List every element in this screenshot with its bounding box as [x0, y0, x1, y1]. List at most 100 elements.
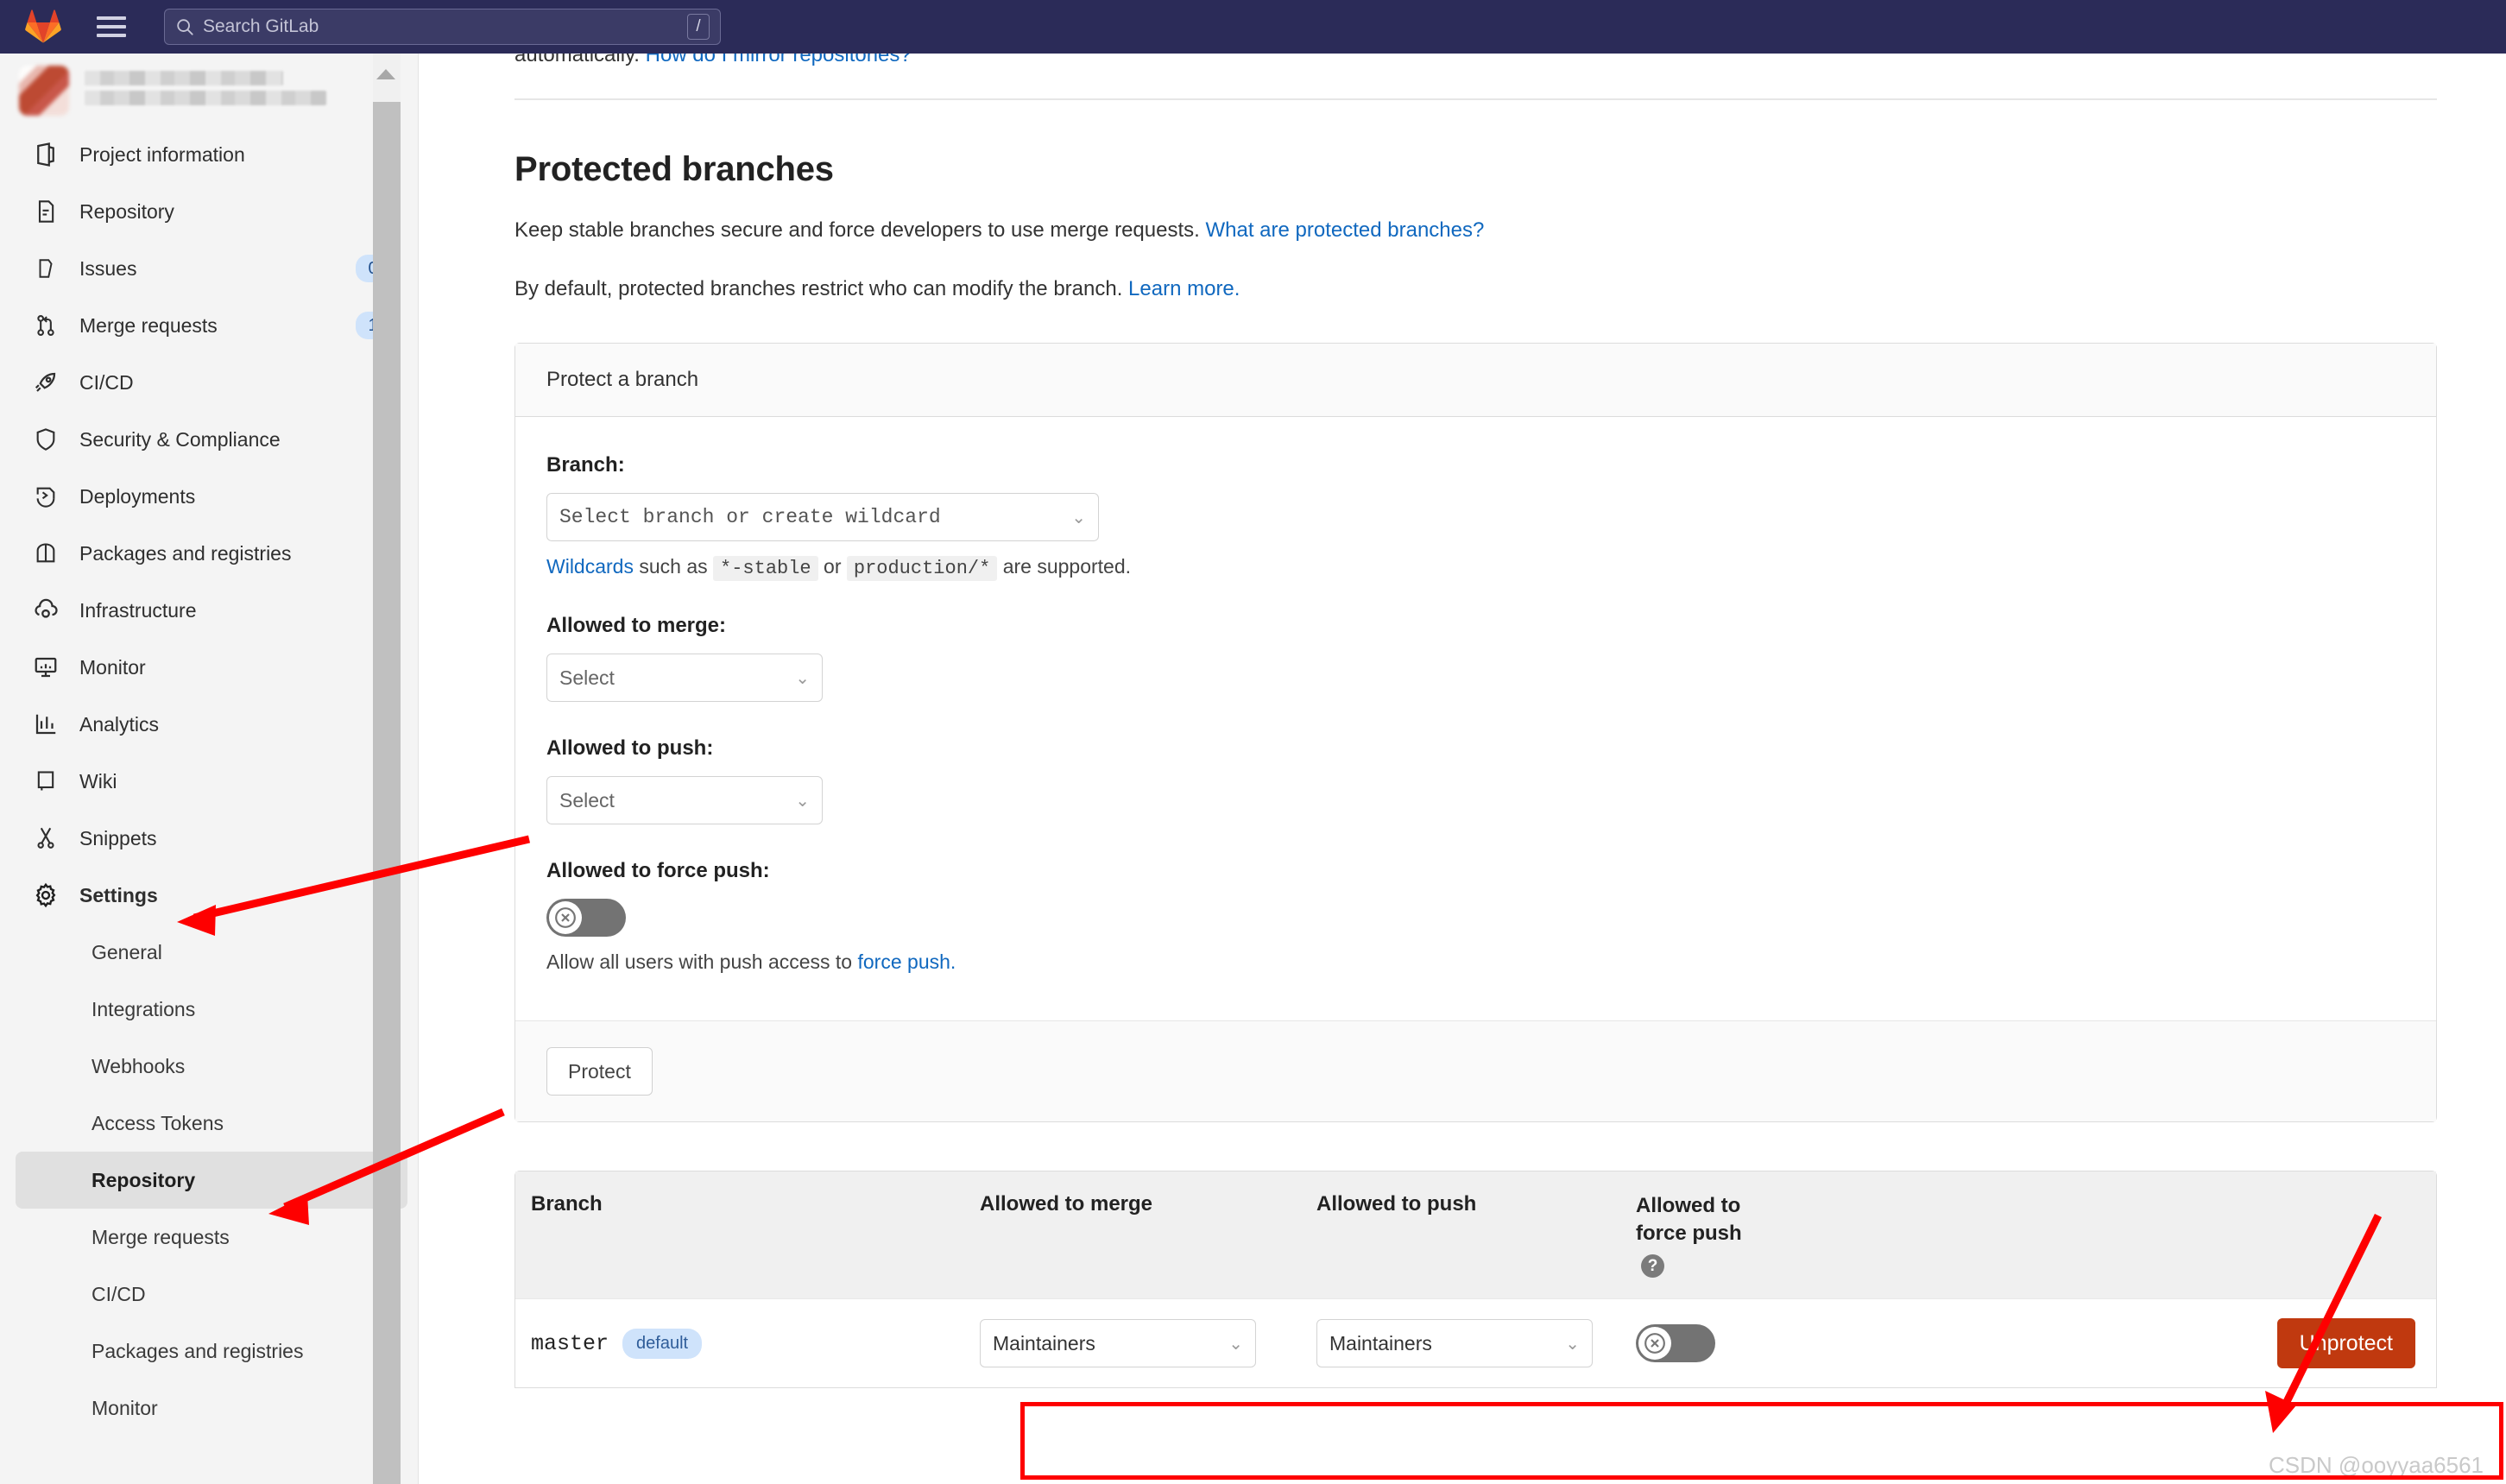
sidebar-item-analytics[interactable]: Analytics	[9, 696, 409, 753]
row-allowed-to-merge-value: Maintainers	[993, 1331, 1095, 1355]
sidebar-subitem-monitor[interactable]: Monitor	[16, 1380, 407, 1437]
sidebar-subitem-general[interactable]: General	[16, 924, 407, 981]
sidebar-item-label: Deployments	[79, 484, 196, 508]
sidebar-subitem-label: Monitor	[92, 1396, 158, 1419]
sidebar-item-label: Wiki	[79, 769, 117, 793]
sidebar-item-label: Packages and registries	[79, 541, 292, 565]
question-mark-help-icon[interactable]: ?	[1641, 1254, 1664, 1279]
search-input[interactable]: Search GitLab /	[164, 9, 721, 45]
sidebar-item-label: Settings	[79, 883, 158, 906]
analytics-chart-icon	[31, 710, 60, 739]
sidebar-subitem-integrations[interactable]: Integrations	[16, 981, 407, 1038]
sidebar-subitem-packages-registries[interactable]: Packages and registries	[16, 1323, 407, 1380]
what-are-protected-branches-link[interactable]: What are protected branches?	[1205, 218, 1484, 242]
unprotect-button[interactable]: Unprotect	[2276, 1318, 2415, 1369]
allowed-to-merge-select[interactable]: Select ⌄	[546, 654, 823, 702]
sidebar-subitem-label: Webhooks	[92, 1054, 186, 1077]
row-allowed-to-push-value: Maintainers	[1329, 1331, 1432, 1355]
protect-button[interactable]: Protect	[546, 1047, 653, 1096]
project-header[interactable]	[0, 54, 418, 126]
sidebar-item-label: Snippets	[79, 826, 157, 849]
wildcards-link[interactable]: Wildcards	[546, 555, 634, 578]
x-circle-icon	[549, 901, 582, 934]
monitor-icon	[31, 653, 60, 682]
allowed-to-merge-label: Allowed to merge:	[546, 614, 727, 637]
sidebar-item-settings[interactable]: Settings	[9, 867, 409, 924]
sidebar-item-ci-cd[interactable]: CI/CD	[9, 354, 409, 411]
sidebar-item-label: Project information	[79, 142, 245, 166]
top-navbar: Search GitLab /	[0, 0, 2506, 54]
table-header-row: Branch Allowed to merge Allowed to push …	[515, 1171, 2436, 1299]
sidebar-item-merge-requests[interactable]: Merge requests 1	[9, 297, 409, 354]
wildcard-example-2: production/*	[846, 556, 998, 581]
sidebar-item-issues[interactable]: Issues 0	[9, 240, 409, 297]
sidebar-subitem-access-tokens[interactable]: Access Tokens	[16, 1095, 407, 1152]
sidebar-subitem-label: Repository	[92, 1168, 196, 1191]
sidebar-item-packages-registries[interactable]: Packages and registries	[9, 525, 409, 582]
sidebar-item-repository[interactable]: Repository	[9, 183, 409, 240]
force-push-link[interactable]: force push.	[858, 950, 956, 973]
branch-name: master	[531, 1330, 609, 1356]
sidebar-item-label: CI/CD	[79, 370, 134, 394]
main-content: automatically. How do I mirror repositor…	[445, 54, 2506, 1484]
sidebar-subitem-label: CI/CD	[92, 1282, 146, 1305]
branch-select[interactable]: Select branch or create wildcard ⌄	[546, 493, 1099, 541]
cell-allowed-to-push: Maintainers ⌄	[1301, 1319, 1620, 1368]
sidebar-item-label: Monitor	[79, 655, 146, 679]
merge-requests-icon	[31, 311, 60, 340]
sidebar-item-infrastructure[interactable]: Infrastructure	[9, 582, 409, 639]
sidebar-item-snippets[interactable]: Snippets	[9, 810, 409, 867]
sidebar-scrollbar-thumb[interactable]	[373, 102, 401, 1484]
wiki-book-icon	[31, 767, 60, 796]
allowed-to-force-push-label: Allowed to force push:	[546, 859, 770, 882]
branch-field-label: Branch:	[546, 453, 625, 477]
shield-icon	[31, 425, 60, 454]
sidebar-item-label: Repository	[79, 199, 174, 223]
description-text: Keep stable branches secure and force de…	[514, 218, 1200, 242]
sidebar-subitem-repository[interactable]: Repository	[16, 1152, 407, 1209]
chevron-down-icon: ⌄	[1228, 1334, 1243, 1354]
description-line-1: Keep stable branches secure and force de…	[514, 218, 2506, 243]
scroll-up-arrow-icon[interactable]	[376, 69, 395, 79]
sidebar-subitem-label: Integrations	[92, 997, 196, 1020]
issues-icon	[31, 254, 60, 283]
cut-text: automatically.	[514, 54, 640, 66]
project-name-redacted	[85, 71, 404, 111]
search-placeholder: Search GitLab	[203, 16, 319, 36]
sidebar-item-monitor[interactable]: Monitor	[9, 639, 409, 696]
allowed-to-push-select[interactable]: Select ⌄	[546, 776, 823, 824]
row-allowed-to-merge-select[interactable]: Maintainers ⌄	[980, 1319, 1256, 1368]
sidebar-item-wiki[interactable]: Wiki	[9, 753, 409, 810]
sidebar-item-project-information[interactable]: Project information	[9, 126, 409, 183]
sidebar-subitem-label: Merge requests	[92, 1225, 230, 1248]
cloud-gear-icon	[31, 596, 60, 625]
row-allowed-to-push-select[interactable]: Maintainers ⌄	[1316, 1319, 1593, 1368]
sidebar-item-label: Merge requests	[79, 313, 218, 337]
sidebar-subitem-webhooks[interactable]: Webhooks	[16, 1038, 407, 1095]
search-slash-shortcut: /	[687, 14, 710, 40]
wildcard-hint-end: are supported.	[1002, 555, 1132, 578]
card-footer: Protect	[515, 1020, 2436, 1121]
force-push-hint-text: Allow all users with push access to	[546, 950, 853, 973]
app-root: Search GitLab / Project information Repo…	[0, 0, 2506, 1484]
protected-branches-table: Branch Allowed to merge Allowed to push …	[514, 1171, 2437, 1389]
table-row: master default Maintainers ⌄ Maintainers…	[515, 1298, 2436, 1388]
hamburger-menu-icon[interactable]	[97, 16, 126, 37]
sidebar-item-deployments[interactable]: Deployments	[9, 468, 409, 525]
sidebar-subitem-merge-requests[interactable]: Merge requests	[16, 1209, 407, 1266]
x-circle-icon	[1638, 1327, 1671, 1361]
sidebar-subitem-label: Packages and registries	[92, 1339, 304, 1362]
sidebar-item-security-compliance[interactable]: Security & Compliance	[9, 411, 409, 468]
card-header-title: Protect a branch	[515, 344, 2436, 417]
cell-branch: master default	[515, 1328, 964, 1359]
allowed-to-merge-value: Select	[559, 666, 615, 689]
sidebar-item-label: Analytics	[79, 712, 160, 736]
row-force-push-toggle[interactable]	[1636, 1324, 1715, 1363]
allowed-to-force-push-toggle[interactable]	[546, 899, 626, 937]
cell-force-push-toggle	[1620, 1324, 1776, 1363]
learn-more-link[interactable]: Learn more.	[1128, 277, 1240, 300]
mirror-repositories-link[interactable]: How do I mirror repositories?	[646, 54, 912, 66]
gitlab-logo-icon[interactable]	[24, 9, 62, 45]
chevron-down-icon: ⌄	[795, 791, 810, 811]
sidebar-subitem-ci-cd[interactable]: CI/CD	[16, 1266, 407, 1323]
